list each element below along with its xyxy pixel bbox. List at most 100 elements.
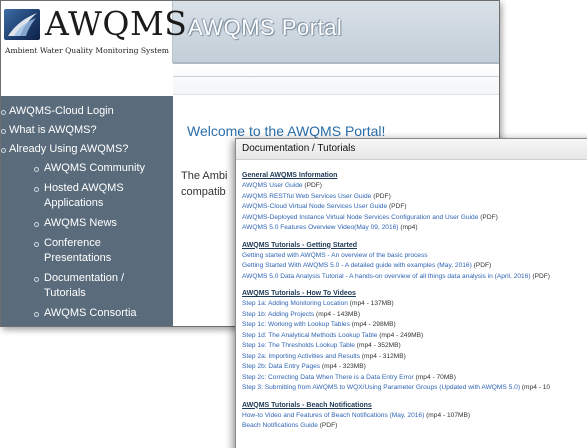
doc-file-info: (mp4) bbox=[398, 224, 418, 231]
doc-item: Step 2b: Data Entry Pages (mp4 - 323MB) bbox=[242, 362, 587, 373]
sidebar-item-label: What is AWQMS? bbox=[9, 124, 97, 136]
documentation-panel: Documentation / Tutorials General AWQMS … bbox=[235, 138, 587, 448]
circle-bullet-icon bbox=[34, 242, 39, 247]
doc-section: General AWQMS Information AWQMS User Guid… bbox=[242, 171, 587, 234]
doc-item: Getting Started With AWQMS 5.0 - A detai… bbox=[242, 261, 587, 272]
sidebar-item-label: AWQMS Community bbox=[44, 162, 146, 174]
documentation-panel-title: Documentation / Tutorials bbox=[236, 139, 587, 160]
doc-file-info: (PDF) bbox=[530, 272, 550, 280]
doc-link[interactable]: Beach Notifications Guide bbox=[242, 422, 318, 429]
doc-file-info: (mp4 - 312MB) bbox=[360, 352, 406, 360]
doc-file-info: (mp4 - 298MB) bbox=[349, 321, 396, 328]
doc-file-info: (PDF) bbox=[471, 262, 492, 269]
circle-bullet-icon bbox=[34, 222, 39, 227]
sidebar-item[interactable]: AWQMS-Cloud Login bbox=[1, 104, 173, 119]
doc-section: AWQMS Tutorials - How To Videos Step 1a: … bbox=[242, 289, 587, 394]
doc-link[interactable]: AWQMS 5.0 Features Overview Video(May 09… bbox=[242, 224, 398, 231]
doc-section: AWQMS Tutorials - Getting Started Getting… bbox=[242, 241, 587, 283]
doc-section-title: General AWQMS Information bbox=[242, 172, 338, 179]
logo[interactable]: AWQMS Ambient Water Quality Monitoring S… bbox=[1, 1, 187, 63]
doc-link[interactable]: Step 2a: Importing Activities and Result… bbox=[242, 353, 360, 360]
doc-file-info: (PDF) bbox=[387, 203, 407, 210]
doc-link[interactable]: Step 1a: Adding Monitoring Location bbox=[242, 300, 348, 307]
doc-item: Step 1a: Adding Monitoring Location (mp4… bbox=[242, 299, 587, 310]
doc-item: Step 1b: Adding Projects (mp4 - 143MB) bbox=[242, 310, 587, 321]
doc-item: AWQMS-Deployed Instance Virtual Node Ser… bbox=[242, 213, 587, 224]
sidebar: AWQMS-Cloud Login What is AWQMS? Already U… bbox=[1, 96, 173, 326]
doc-link[interactable]: Step 3: Submitting from AWQMS to WQX/Usi… bbox=[242, 384, 520, 391]
intro-text: The Ambi compatib bbox=[181, 168, 227, 200]
doc-item: How-to Video and Features of Beach Notif… bbox=[242, 411, 587, 422]
doc-link[interactable]: AWQMS RESTful Web Services User Guide bbox=[242, 193, 371, 200]
circle-bullet-icon bbox=[34, 277, 39, 282]
doc-file-info: (mp4 - 249MB) bbox=[377, 331, 424, 339]
doc-link[interactable]: Step 1c: Working with Lookup Tables bbox=[242, 321, 350, 328]
doc-file-info: (PDF) bbox=[478, 213, 498, 221]
doc-item: AWQMS 5.0 Features Overview Video(May 09… bbox=[242, 223, 587, 234]
doc-item: Getting started with AWQMS - An overview… bbox=[242, 251, 587, 262]
doc-link[interactable]: Step 2c: Correcting Data When There is a… bbox=[242, 374, 414, 381]
doc-link[interactable]: Step 1b: Adding Projects bbox=[242, 311, 314, 318]
doc-item: Beach Notifications Guide (PDF) bbox=[242, 421, 587, 432]
doc-file-info: (mp4 - 70MB) bbox=[413, 373, 456, 381]
doc-section-title: AWQMS Tutorials - How To Videos bbox=[242, 290, 356, 297]
documentation-list: General AWQMS Information AWQMS User Guid… bbox=[236, 160, 587, 432]
doc-file-info: (PDF) bbox=[317, 422, 338, 429]
sidebar-item[interactable]: AWQMS News bbox=[1, 216, 173, 231]
sidebar-item[interactable]: Already Using AWQMS? bbox=[1, 142, 173, 157]
portal-header: AWQMS Ambient Water Quality Monitoring S… bbox=[1, 1, 499, 63]
doc-link[interactable]: AWQMS-Deployed Instance Virtual Node Ser… bbox=[242, 214, 478, 221]
doc-section-title: AWQMS Tutorials - Getting Started bbox=[242, 241, 357, 249]
doc-file-info: (mp4 - 10 bbox=[520, 384, 551, 391]
sidebar-item-label: AWQMS News bbox=[44, 217, 117, 229]
sidebar-item-label: AWQMS Consortia bbox=[44, 307, 137, 319]
sidebar-item[interactable]: Conference Presentations bbox=[1, 236, 173, 266]
doc-item: Step 1e: The Thresholds Lookup Table (mp… bbox=[242, 341, 587, 352]
doc-item: Step 1c: Working with Lookup Tables (mp4… bbox=[242, 320, 587, 331]
circle-bullet-icon bbox=[34, 312, 39, 317]
doc-item: AWQMS User Guide (PDF) bbox=[242, 181, 587, 192]
doc-file-info: (mp4 - 143MB) bbox=[314, 310, 361, 318]
doc-link[interactable]: AWQMS 5.0 Data Analysis Tutorial - A han… bbox=[242, 273, 531, 280]
doc-section: AWQMS Tutorials - Beach Notifications How… bbox=[242, 401, 587, 432]
page-title: Welcome to the AWQMS Portal! bbox=[187, 123, 386, 139]
sidebar-item-label: Already Using AWQMS? bbox=[9, 143, 129, 155]
doc-link[interactable]: How-to Video and Features of Beach Notif… bbox=[242, 412, 424, 419]
sidebar-item[interactable]: AWQMS Consortia bbox=[1, 306, 173, 321]
doc-link[interactable]: Step 1d: The Analytical Methods Lookup T… bbox=[242, 332, 377, 339]
doc-item: Step 2a: Importing Activities and Result… bbox=[242, 352, 587, 363]
doc-link[interactable]: AWQMS-Cloud Virtual Node Services User G… bbox=[242, 203, 387, 210]
circle-bullet-icon bbox=[1, 129, 6, 134]
doc-item: Step 3: Submitting from AWQMS to WQX/Usi… bbox=[242, 383, 587, 394]
menu-bar bbox=[173, 63, 499, 95]
intro-line: compatib bbox=[181, 186, 226, 198]
portal-title: AWQMS Portal bbox=[188, 15, 343, 40]
circle-bullet-icon bbox=[1, 110, 6, 115]
doc-link[interactable]: Step 2b: Data Entry Pages bbox=[242, 363, 320, 370]
doc-link[interactable]: Step 1e: The Thresholds Lookup Table bbox=[242, 342, 355, 349]
doc-section-title: AWQMS Tutorials - Beach Notifications bbox=[242, 401, 372, 409]
water-drop-logo-icon bbox=[4, 9, 40, 40]
sidebar-item-label: AWQMS-Cloud Login bbox=[9, 105, 114, 117]
circle-bullet-icon bbox=[34, 187, 39, 192]
doc-item: AWQMS RESTful Web Services User Guide (P… bbox=[242, 192, 587, 203]
sidebar-item[interactable]: Hosted AWQMS Applications bbox=[1, 181, 173, 211]
doc-item: AWQMS 5.0 Data Analysis Tutorial - A han… bbox=[242, 272, 587, 283]
sidebar-item[interactable]: What is AWQMS? bbox=[1, 123, 173, 138]
doc-link[interactable]: AWQMS User Guide bbox=[242, 182, 303, 189]
doc-link[interactable]: Getting started with AWQMS - An overview… bbox=[242, 252, 428, 259]
doc-item: Step 1d: The Analytical Methods Lookup T… bbox=[242, 331, 587, 342]
doc-file-info: (PDF) bbox=[302, 182, 322, 189]
doc-file-info: (PDF) bbox=[371, 192, 391, 200]
circle-bullet-icon bbox=[34, 167, 39, 172]
intro-line: The Ambi bbox=[181, 170, 228, 182]
logo-name: AWQMS bbox=[45, 4, 188, 43]
doc-link[interactable]: Getting Started With AWQMS 5.0 - A detai… bbox=[242, 262, 472, 269]
doc-file-info: (mp4 - 107MB) bbox=[424, 411, 471, 419]
sidebar-item-label: Documentation / Tutorials bbox=[44, 272, 125, 299]
doc-item: AWQMS-Cloud Virtual Node Services User G… bbox=[242, 202, 587, 213]
sidebar-item-label: Conference Presentations bbox=[44, 237, 112, 264]
sidebar-item[interactable]: AWQMS Community bbox=[1, 161, 173, 176]
sidebar-item[interactable]: Documentation / Tutorials bbox=[1, 271, 173, 301]
logo-subtitle: Ambient Water Quality Monitoring System bbox=[5, 46, 169, 55]
